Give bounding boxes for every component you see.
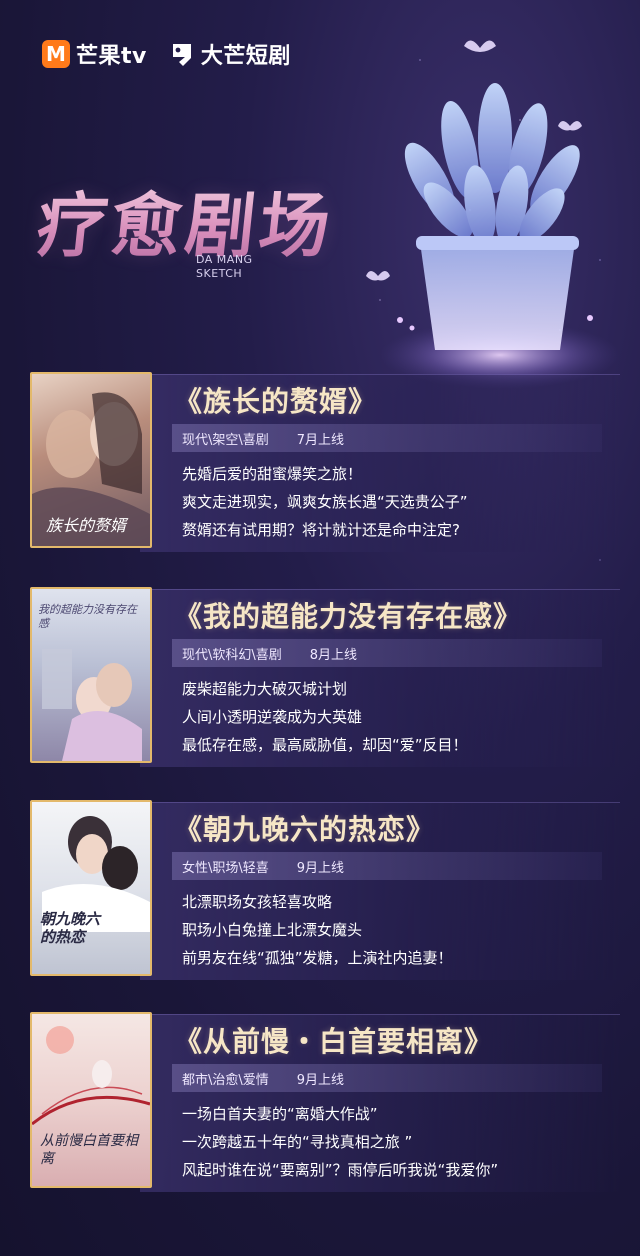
drama-release: 8月上线 — [309, 647, 358, 663]
brand-logos: M 芒果tv 大芒短剧 — [42, 38, 291, 70]
drama-poster[interactable]: 我的超能力没有存在感 — [30, 587, 152, 763]
drama-poster[interactable]: 朝九晚六的热恋 — [30, 800, 152, 976]
drama-tags: 都市\治愈\爱情 — [182, 1072, 269, 1088]
drama-title: 《朝九晚六的热恋》 — [174, 813, 436, 846]
drama-title: 《从前慢・白首要相离》 — [174, 1025, 494, 1058]
drama-card-2[interactable]: 我的超能力没有存在感 《我的超能力没有存在感》 现代\软科幻\喜剧 8月上线 废… — [30, 587, 620, 767]
drama-card-4[interactable]: 从前慢白首要相离 《从前慢・白首要相离》 都市\治愈\爱情 9月上线 一场白首夫… — [30, 1012, 620, 1192]
drama-meta-bar: 女性\职场\轻喜 9月上线 — [172, 852, 602, 880]
drama-release: 7月上线 — [296, 432, 345, 448]
hero-subtitle: DA MANG SKETCH — [196, 253, 253, 281]
damang-logo: 大芒短剧 — [169, 38, 291, 70]
damang-logo-text: 大芒短剧 — [200, 44, 291, 69]
poster-title-text: 朝九晚六的热恋 — [40, 910, 101, 946]
hero-subtitle-line2: SKETCH — [196, 267, 243, 280]
drama-release: 9月上线 — [296, 860, 345, 876]
drama-meta-bar: 都市\治愈\爱情 9月上线 — [172, 1064, 602, 1092]
description-line: 人间小透明逆袭成为大英雄 — [182, 708, 363, 726]
drama-poster[interactable]: 从前慢白首要相离 — [30, 1012, 152, 1188]
drama-meta-bar: 现代\软科幻\喜剧 8月上线 — [172, 639, 602, 667]
description-line: 一场白首夫妻的“离婚大作战” — [182, 1105, 378, 1123]
drama-card-1[interactable]: 族长的赘婿 《族长的赘婿》 现代\架空\喜剧 7月上线 先婚后爱的甜蜜爆笑之旅！… — [30, 372, 620, 552]
description-line: 北漂职场女孩轻喜攻略 — [182, 893, 333, 911]
description-line: 废柴超能力大破灭城计划 — [182, 680, 348, 698]
mango-logo: M 芒果tv — [42, 38, 147, 70]
drama-description: 一场白首夫妻的“离婚大作战” 一次跨越五十年的“寻找真相之旅 ” 风起时谁在说“… — [182, 1100, 498, 1184]
description-line: 最低存在感，最高威胁值，却因“爱”反目！ — [182, 736, 468, 754]
poster-title-text: 我的超能力没有存在感 — [38, 603, 137, 630]
mango-logo-icon: M — [42, 40, 70, 68]
drama-description: 先婚后爱的甜蜜爆笑之旅！ 爽文走进现实，飒爽女族长遇“天选贵公子” 赘婿还有试用… — [182, 460, 468, 544]
description-line: 先婚后爱的甜蜜爆笑之旅！ — [182, 465, 363, 483]
poster-title-text: 族长的赘婿 — [46, 516, 127, 535]
description-line: 前男友在线“孤独”发糖，上演社内追妻！ — [182, 949, 453, 967]
drama-title: 《我的超能力没有存在感》 — [174, 600, 523, 633]
description-line: 一次跨越五十年的“寻找真相之旅 ” — [182, 1133, 413, 1151]
drama-poster[interactable]: 族长的赘婿 — [30, 372, 152, 548]
mango-logo-text: 芒果tv — [76, 44, 147, 69]
drama-description: 北漂职场女孩轻喜攻略 职场小白兔撞上北漂女魔头 前男友在线“孤独”发糖，上演社内… — [182, 888, 453, 972]
drama-title: 《族长的赘婿》 — [174, 385, 378, 418]
description-line: 职场小白兔撞上北漂女魔头 — [182, 921, 363, 939]
drama-card-3[interactable]: 朝九晚六的热恋 《朝九晚六的热恋》 女性\职场\轻喜 9月上线 北漂职场女孩轻喜… — [30, 800, 620, 980]
drama-description: 废柴超能力大破灭城计划 人间小透明逆袭成为大英雄 最低存在感，最高威胁值，却因“… — [182, 675, 468, 759]
description-line: 赘婿还有试用期？将计就计还是命中注定? — [182, 521, 460, 539]
description-line: 风起时谁在说“要离别”？雨停后听我说“我爱你” — [182, 1161, 499, 1179]
hero-title: 疗愈剧场 — [33, 170, 340, 271]
drama-tags: 现代\软科幻\喜剧 — [182, 647, 282, 663]
damang-logo-icon — [169, 40, 195, 68]
drama-release: 9月上线 — [296, 1072, 345, 1088]
drama-meta-bar: 现代\架空\喜剧 7月上线 — [172, 424, 602, 452]
description-line: 爽文走进现实，飒爽女族长遇“天选贵公子” — [182, 493, 468, 511]
drama-tags: 女性\职场\轻喜 — [182, 860, 269, 876]
hero-subtitle-line1: DA MANG — [196, 253, 253, 266]
drama-tags: 现代\架空\喜剧 — [182, 432, 269, 448]
succulent-plant-illustration — [366, 40, 620, 389]
poster-title-text: 从前慢白首要相离 — [40, 1133, 138, 1167]
